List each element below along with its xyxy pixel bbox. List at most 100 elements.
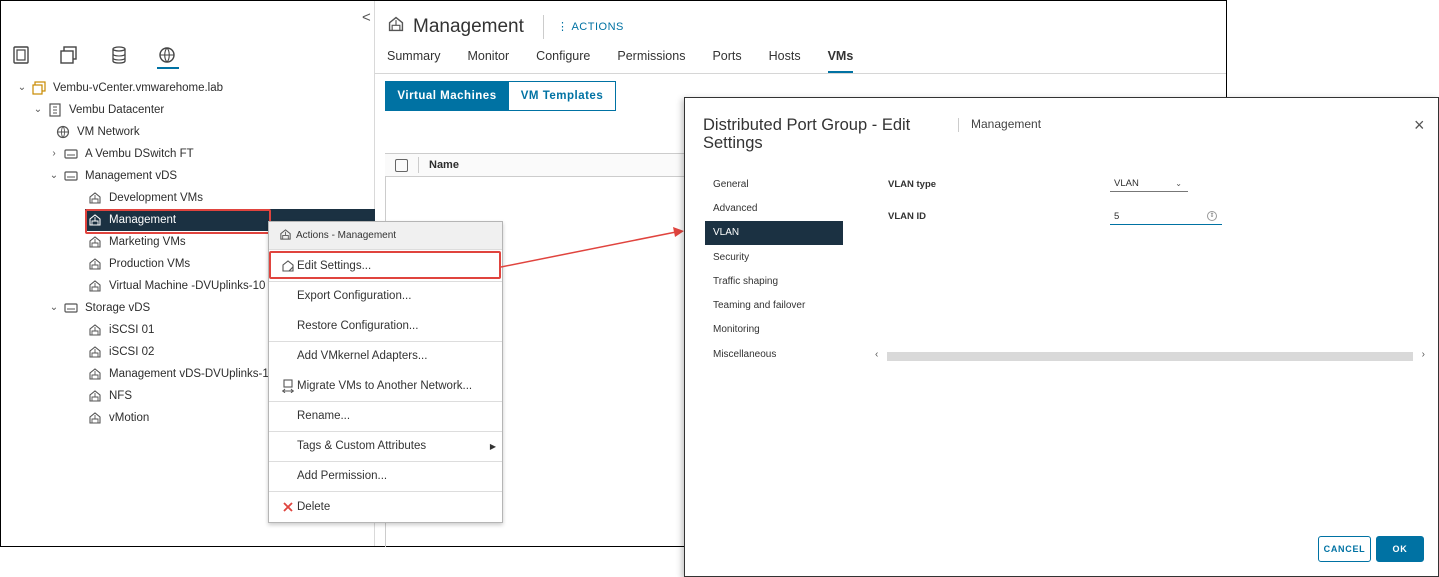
collapse-navigator-button[interactable]: < bbox=[362, 9, 371, 26]
actions-button[interactable]: ⋮ ACTIONS bbox=[557, 20, 624, 33]
object-tabs: Summary Monitor Configure Permissions Po… bbox=[387, 49, 880, 73]
tree-item-production-vms[interactable]: Production VMs bbox=[85, 253, 190, 275]
portgroup-icon bbox=[87, 212, 103, 228]
vms-templates-icon[interactable] bbox=[59, 45, 81, 69]
tab-vms[interactable]: VMs bbox=[827, 49, 854, 73]
menu-item-add-permission[interactable]: Add Permission... bbox=[269, 461, 502, 491]
vlan-type-select[interactable]: VLAN ⌄ bbox=[1110, 176, 1188, 192]
vlan-id-input[interactable]: 5 ⇕ bbox=[1110, 208, 1222, 225]
tab-ports[interactable]: Ports bbox=[712, 49, 741, 73]
cancel-button[interactable]: CANCEL bbox=[1318, 536, 1371, 562]
vm-templates-toggle[interactable]: VM Templates bbox=[508, 81, 616, 111]
portgroup-icon bbox=[87, 234, 103, 250]
portgroup-icon bbox=[87, 388, 103, 404]
tree-item-vmotion[interactable]: vMotion bbox=[85, 407, 149, 429]
dialog-menu-miscellaneous[interactable]: Miscellaneous bbox=[705, 342, 843, 366]
horizontal-scrollbar[interactable]: ‹ › bbox=[875, 349, 1425, 362]
tree-item-mgmt-vds-dvuplinks[interactable]: Management vDS-DVUplinks-1 bbox=[85, 363, 269, 385]
tree-item-vm-network[interactable]: VM Network bbox=[53, 121, 140, 143]
title-divider bbox=[543, 15, 544, 39]
dialog-menu-general[interactable]: General bbox=[705, 172, 843, 196]
tab-configure[interactable]: Configure bbox=[536, 49, 590, 73]
dialog-menu-monitoring[interactable]: Monitoring bbox=[705, 318, 843, 342]
networking-icon[interactable] bbox=[157, 45, 179, 69]
spinner-icon[interactable]: ⇕ bbox=[1207, 211, 1217, 221]
portgroup-icon bbox=[387, 15, 413, 39]
tree-item-label: vMotion bbox=[109, 412, 150, 424]
dialog-menu-teaming-failover[interactable]: Teaming and failover bbox=[705, 293, 843, 317]
dialog-menu-security[interactable]: Security bbox=[705, 245, 843, 269]
dialog-menu-vlan[interactable]: VLAN bbox=[705, 220, 843, 245]
tree-item-label: Management bbox=[109, 214, 177, 226]
dialog-subtitle: Management bbox=[971, 117, 1042, 131]
edit-settings-dialog: Distributed Port Group - Edit Settings M… bbox=[684, 97, 1439, 577]
dialog-side-menu: General Advanced VLAN Security Traffic s… bbox=[705, 172, 843, 366]
menu-item-label: Delete bbox=[297, 501, 331, 513]
tree-item-management-vds[interactable]: ⌄ Management vDS bbox=[47, 165, 177, 187]
menu-item-rename[interactable]: Rename... bbox=[269, 401, 502, 431]
tree-item-label: Development VMs bbox=[109, 192, 203, 204]
tree-item-label: VM Network bbox=[77, 126, 140, 138]
hosts-clusters-icon[interactable] bbox=[11, 45, 33, 69]
dialog-menu-advanced[interactable]: Advanced bbox=[705, 196, 843, 220]
tree-item-nfs[interactable]: NFS bbox=[85, 385, 132, 407]
menu-item-migrate-vms[interactable]: Migrate VMs to Another Network... bbox=[269, 371, 502, 401]
tree-item-label: iSCSI 01 bbox=[109, 324, 155, 336]
tree-item-label: Production VMs bbox=[109, 258, 191, 270]
tab-monitor[interactable]: Monitor bbox=[467, 49, 509, 73]
menu-item-restore-configuration[interactable]: Restore Configuration... bbox=[269, 311, 502, 341]
close-icon[interactable]: × bbox=[1414, 115, 1425, 136]
context-menu-title: Actions - Management bbox=[296, 230, 397, 241]
tree-item-iscsi-01[interactable]: iSCSI 01 bbox=[85, 319, 154, 341]
scrollbar-track[interactable] bbox=[887, 352, 1413, 361]
storage-icon[interactable] bbox=[109, 45, 131, 69]
dialog-menu-traffic-shaping[interactable]: Traffic shaping bbox=[705, 269, 843, 293]
network-icon bbox=[55, 124, 71, 140]
chevron-down-icon[interactable]: ⌄ bbox=[47, 165, 61, 187]
tree-item-storage-vds[interactable]: ⌄ Storage vDS bbox=[47, 297, 150, 319]
menu-item-label: Migrate VMs to Another Network... bbox=[297, 380, 473, 392]
menu-item-label: Tags & Custom Attributes bbox=[297, 440, 427, 452]
column-header-name[interactable]: Name bbox=[429, 159, 459, 171]
tab-summary[interactable]: Summary bbox=[387, 49, 440, 73]
chevron-down-icon[interactable]: ⌄ bbox=[47, 297, 61, 319]
menu-item-add-vmkernel-adapters[interactable]: Add VMkernel Adapters... bbox=[269, 341, 502, 371]
tree-item-label: Vembu Datacenter bbox=[69, 104, 165, 116]
portgroup-icon bbox=[87, 256, 103, 272]
tree-item-marketing-vms[interactable]: Marketing VMs bbox=[85, 231, 186, 253]
tab-permissions[interactable]: Permissions bbox=[617, 49, 685, 73]
vlan-id-value: 5 bbox=[1114, 210, 1120, 222]
menu-item-export-configuration[interactable]: Export Configuration... bbox=[269, 281, 502, 311]
chevron-down-icon[interactable]: ⌄ bbox=[31, 99, 45, 121]
menu-item-tags-custom-attributes[interactable]: Tags & Custom Attributes ▶ bbox=[269, 431, 502, 461]
scroll-left-icon[interactable]: ‹ bbox=[875, 349, 878, 360]
chevron-right-icon[interactable]: › bbox=[47, 143, 61, 165]
tree-item-label: NFS bbox=[109, 390, 132, 402]
menu-item-edit-settings[interactable]: Edit Settings... bbox=[269, 251, 502, 281]
tree-item-label: Vembu-vCenter.vmwarehome.lab bbox=[53, 82, 224, 94]
portgroup-icon bbox=[87, 278, 103, 294]
tab-hosts[interactable]: Hosts bbox=[769, 49, 801, 73]
chevron-down-icon: ⌄ bbox=[1175, 179, 1182, 188]
ok-button[interactable]: OK bbox=[1376, 536, 1424, 562]
tree-item-vcenter[interactable]: ⌄ Vembu-vCenter.vmwarehome.lab bbox=[15, 77, 223, 99]
select-all-checkbox[interactable] bbox=[395, 158, 408, 172]
vcenter-icon bbox=[31, 80, 47, 96]
tree-item-iscsi-02[interactable]: iSCSI 02 bbox=[85, 341, 154, 363]
tree-item-dswitch-ft[interactable]: › A Vembu DSwitch FT bbox=[47, 143, 193, 165]
column-divider bbox=[418, 157, 419, 173]
context-menu: Actions - Management Edit Settings... Ex… bbox=[268, 221, 503, 523]
tree-item-label: iSCSI 02 bbox=[109, 346, 155, 358]
menu-item-delete[interactable]: Delete bbox=[269, 492, 502, 522]
tree-item-datacenter[interactable]: ⌄ Vembu Datacenter bbox=[31, 99, 164, 121]
vlan-id-label: VLAN ID bbox=[888, 211, 926, 222]
dswitch-icon bbox=[63, 168, 79, 184]
menu-item-label: Edit Settings... bbox=[297, 260, 372, 272]
context-menu-header: Actions - Management bbox=[269, 222, 502, 250]
tree-item-development-vms[interactable]: Development VMs bbox=[85, 187, 203, 209]
tree-item-label: Management vDS-DVUplinks-1 bbox=[109, 368, 269, 380]
chevron-down-icon[interactable]: ⌄ bbox=[15, 77, 29, 99]
virtual-machines-toggle[interactable]: Virtual Machines bbox=[385, 81, 509, 111]
scroll-right-icon[interactable]: › bbox=[1422, 349, 1425, 360]
tree-item-vm-dvuplinks[interactable]: Virtual Machine -DVUplinks-10 bbox=[85, 275, 269, 297]
